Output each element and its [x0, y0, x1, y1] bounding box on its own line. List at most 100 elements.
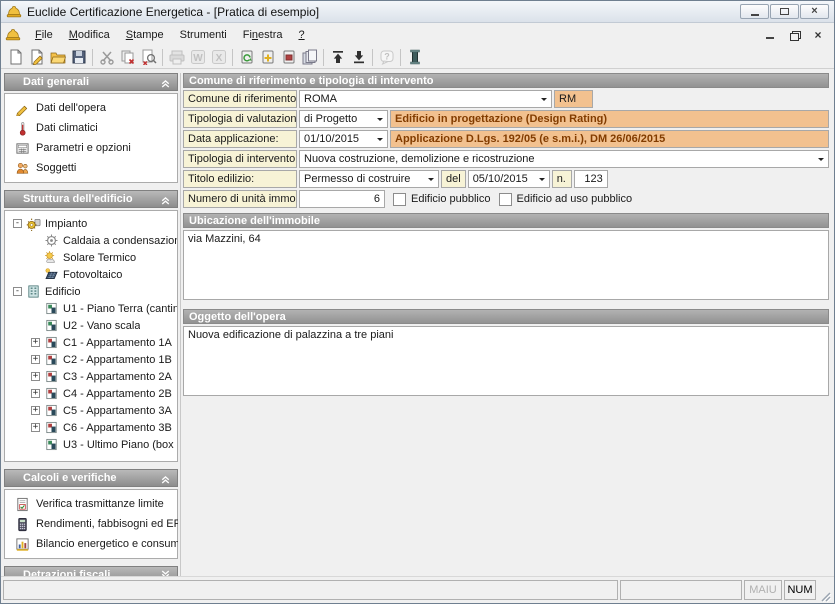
section-header-dati-generali[interactable]: Dati generali: [4, 73, 178, 91]
chevron-down-icon[interactable]: [377, 138, 383, 144]
tree-node[interactable]: +C1 - Appartamento 1A: [5, 334, 177, 351]
expand-icon[interactable]: +: [31, 372, 40, 381]
copy-practice-button[interactable]: [117, 47, 138, 68]
chevron-up-icon[interactable]: [159, 193, 172, 206]
toolbar-separator: [232, 49, 233, 66]
sidebar-item-rendimenti-fabbisogni[interactable]: Rendimenti, fabbisogni ed EP: [7, 514, 175, 534]
close-button[interactable]: ×: [800, 4, 829, 19]
mdi-minimize-button[interactable]: [762, 28, 778, 42]
window-title: Euclide Certificazione Energetica - [Pra…: [27, 5, 319, 19]
tipologia-intervento-combobox[interactable]: Nuova costruzione, demolizione e ricostr…: [299, 150, 829, 168]
menu-finestra[interactable]: Finestra: [235, 26, 291, 44]
n-label: n.: [552, 170, 572, 188]
save-button[interactable]: [68, 47, 89, 68]
chevron-down-icon[interactable]: [159, 569, 172, 577]
move-up-button[interactable]: [327, 47, 348, 68]
archives-button[interactable]: [299, 47, 320, 68]
new-document-button[interactable]: [5, 47, 26, 68]
section-header-struttura-edificio[interactable]: Struttura dell'edificio: [4, 190, 178, 208]
tree-node-label: U3 - Ultimo Piano (box e ripo: [63, 439, 177, 451]
checkbox-icon[interactable]: [499, 193, 512, 206]
tree-node[interactable]: +U2 - Vano scala: [5, 317, 177, 334]
sidebar-item-soggetti[interactable]: Soggetti: [7, 158, 175, 178]
collapse-icon[interactable]: -: [13, 287, 22, 296]
expand-icon[interactable]: +: [31, 338, 40, 347]
cut-button[interactable]: [96, 47, 117, 68]
section-header-calcoli-verifiche[interactable]: Calcoli e verifiche: [4, 469, 178, 487]
numero-unita-input[interactable]: 6: [299, 190, 385, 208]
tree-node[interactable]: +C5 - Appartamento 3A: [5, 402, 177, 419]
minimize-button[interactable]: [740, 4, 769, 19]
sidebar-item-dati-opera[interactable]: Dati dell'opera: [7, 98, 175, 118]
sidebar-item-parametri-opzioni[interactable]: Parametri e opzioni: [7, 138, 175, 158]
chevron-up-icon[interactable]: [159, 472, 172, 485]
tree-node[interactable]: -Impianto: [5, 215, 177, 232]
sidebar-item-bilancio-energetico[interactable]: Bilancio energetico e consumi: [7, 534, 175, 554]
tree-node[interactable]: +Solare Termico: [5, 249, 177, 266]
arrow-up-bar-icon: [330, 49, 346, 65]
menu-strumenti[interactable]: Strumenti: [172, 26, 235, 44]
export-pdf-button[interactable]: [278, 47, 299, 68]
ubicazione-textarea[interactable]: via Mazzini, 64: [183, 230, 829, 300]
exit-button[interactable]: [404, 47, 425, 68]
num-indicator: NUM: [784, 580, 816, 600]
add-archive-button[interactable]: [257, 47, 278, 68]
checkbox-icon[interactable]: [393, 193, 406, 206]
menu-help[interactable]: ?: [290, 26, 312, 44]
expand-icon[interactable]: +: [31, 355, 40, 364]
section-header-comune: Comune di riferimento e tipologia di int…: [183, 73, 829, 88]
menu-modifica[interactable]: Modifica: [61, 26, 118, 44]
page-icon: [8, 49, 24, 65]
chevron-down-icon[interactable]: [377, 118, 383, 124]
import-data-button[interactable]: [236, 47, 257, 68]
unit-green-icon: [44, 301, 59, 316]
chevron-down-icon[interactable]: [539, 178, 545, 184]
tree-node[interactable]: +U1 - Piano Terra (cantine e: [5, 300, 177, 317]
unit-red-icon: [44, 335, 59, 350]
tree-node[interactable]: +C6 - Appartamento 3B: [5, 419, 177, 436]
expand-icon[interactable]: +: [31, 389, 40, 398]
comune-combobox[interactable]: ROMA: [299, 90, 552, 108]
edificio-uso-pubblico-checkbox[interactable]: Edificio ad uso pubblico: [499, 190, 633, 208]
tree-node[interactable]: +C2 - Appartamento 1B: [5, 351, 177, 368]
status-panel-message: [3, 580, 618, 600]
maximize-button[interactable]: [770, 4, 799, 19]
tree-node[interactable]: +Fotovoltaico: [5, 266, 177, 283]
data-applicazione-combobox[interactable]: 01/10/2015: [299, 130, 388, 148]
tree-node[interactable]: -Edificio: [5, 283, 177, 300]
sidebar-item-label: Parametri e opzioni: [36, 142, 131, 154]
edificio-pubblico-checkbox[interactable]: Edificio pubblico: [393, 190, 491, 208]
sidebar-item-verifica-trasmittanze[interactable]: Verifica trasmittanze limite: [7, 494, 175, 514]
expand-icon[interactable]: +: [31, 406, 40, 415]
expand-icon[interactable]: +: [31, 423, 40, 432]
tree-node[interactable]: +U3 - Ultimo Piano (box e ripo: [5, 436, 177, 453]
chevron-up-icon[interactable]: [159, 76, 172, 89]
sidebar-item-dati-climatici[interactable]: Dati climatici: [7, 118, 175, 138]
building-icon: [26, 284, 41, 299]
tree-node[interactable]: +Caldaia a condensazione: [5, 232, 177, 249]
tree-node[interactable]: +C3 - Appartamento 2A: [5, 368, 177, 385]
tree-node[interactable]: +C4 - Appartamento 2B: [5, 385, 177, 402]
mdi-close-button[interactable]: ×: [810, 28, 826, 42]
move-down-button[interactable]: [348, 47, 369, 68]
chevron-down-icon[interactable]: [818, 158, 824, 164]
menu-stampe[interactable]: Stampe: [118, 26, 172, 44]
provincia-field: RM: [554, 90, 593, 108]
titolo-data-combobox[interactable]: 05/10/2015: [468, 170, 550, 188]
collapse-icon[interactable]: -: [13, 219, 22, 228]
open-template-button[interactable]: [26, 47, 47, 68]
resize-grip[interactable]: [818, 589, 832, 603]
open-folder-button[interactable]: [47, 47, 68, 68]
mdi-restore-button[interactable]: [786, 28, 802, 42]
section-header-detrazioni-fiscali[interactable]: Detrazioni fiscali: [4, 566, 178, 576]
chevron-down-icon[interactable]: [541, 98, 547, 104]
oggetto-textarea[interactable]: Nuova edificazione di palazzina a tre pi…: [183, 326, 829, 396]
titolo-edilizio-combobox[interactable]: Permesso di costruire: [299, 170, 439, 188]
chevron-down-icon[interactable]: [428, 178, 434, 184]
tipologia-valutazione-combobox[interactable]: di Progetto: [299, 110, 388, 128]
search-practice-button[interactable]: [138, 47, 159, 68]
printer-icon: [169, 49, 185, 65]
menu-file[interactable]: File: [27, 26, 61, 44]
letter-x-icon: [211, 49, 227, 65]
titolo-numero-input[interactable]: 123: [574, 170, 608, 188]
